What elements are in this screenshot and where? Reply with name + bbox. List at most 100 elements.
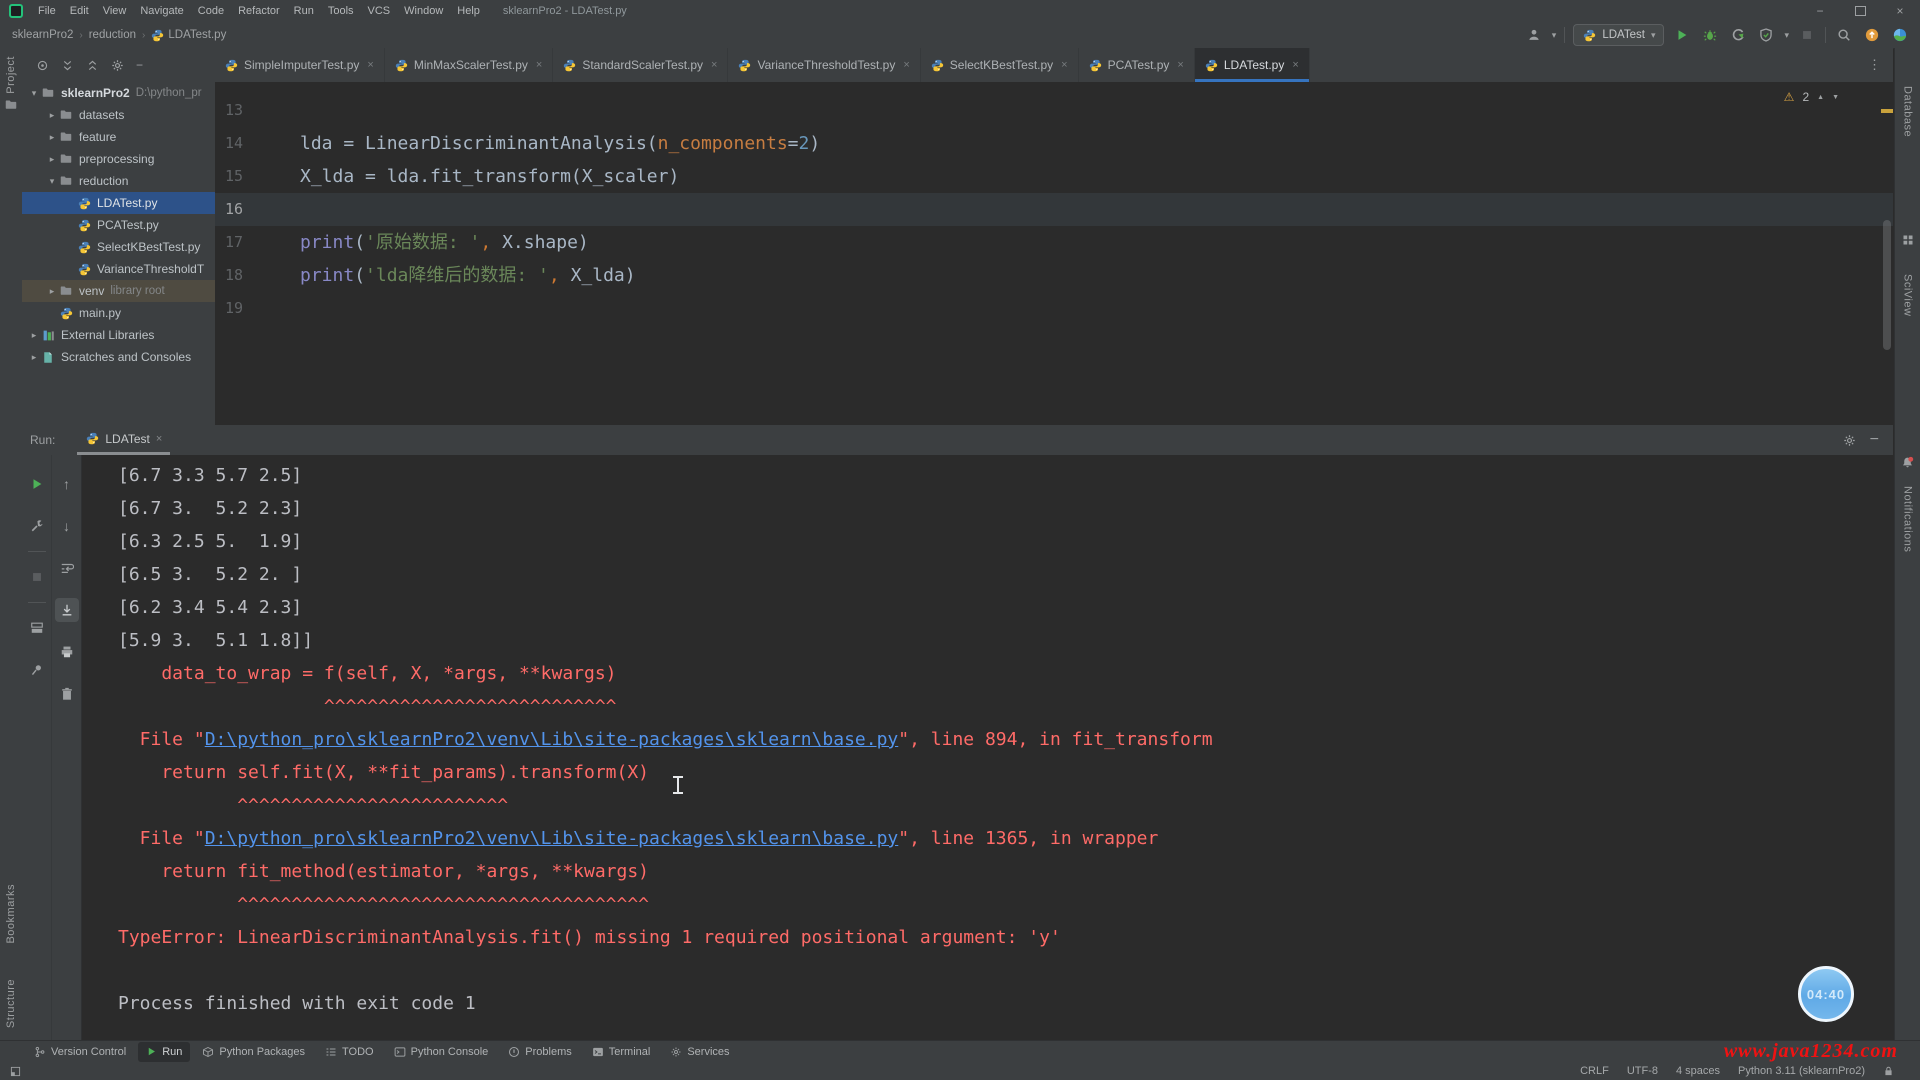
rerun-button[interactable] — [25, 463, 49, 505]
tab-variancethresholdtest-py[interactable]: VarianceThresholdTest.py× — [728, 48, 920, 82]
console-output[interactable]: [6.7 3.3 5.7 2.5][6.7 3. 5.2 2.3][6.3 2.… — [82, 455, 1893, 1040]
gear-icon[interactable] — [1843, 434, 1856, 447]
restore-layout-icon[interactable] — [25, 607, 49, 649]
close-icon[interactable]: × — [536, 59, 542, 71]
status-python-3-11-sklearnpro2-[interactable]: Python 3.11 (sklearnPro2) — [1738, 1065, 1865, 1077]
traceback-file-link[interactable]: D:\python_pro\sklearnPro2\venv\Lib\site-… — [205, 828, 899, 849]
tree-item-sklearnpro2[interactable]: ▾sklearnPro2D:\python_pr — [22, 82, 215, 104]
toolwindow-structure[interactable]: Structure — [0, 979, 22, 1028]
editor-line-16[interactable]: 16 — [215, 193, 1893, 226]
menu-help[interactable]: Help — [450, 0, 487, 22]
menu-file[interactable]: File — [31, 0, 63, 22]
menu-run[interactable]: Run — [287, 0, 321, 22]
menu-window[interactable]: Window — [397, 0, 450, 22]
up-stack-icon[interactable]: ↑ — [55, 463, 79, 505]
tab-ldatest-py[interactable]: LDATest.py× — [1195, 48, 1310, 82]
run-tab[interactable]: LDATest × — [77, 425, 170, 455]
status-4-spaces[interactable]: 4 spaces — [1676, 1065, 1720, 1077]
code-editor[interactable]: 1314lda = LinearDiscriminantAnalysis(n_c… — [215, 82, 1893, 425]
maximize-icon[interactable] — [1840, 0, 1880, 22]
prev-warning-icon[interactable]: ▲ — [1817, 94, 1824, 101]
run-config-select[interactable]: LDATest ▾ — [1573, 24, 1664, 46]
toolwindow-todo[interactable]: TODO — [317, 1042, 382, 1062]
warning-stripe-mark[interactable] — [1881, 109, 1893, 113]
tree-item-scratches-and-consoles[interactable]: ▸Scratches and Consoles — [22, 346, 215, 368]
chevron-collapsed-icon[interactable]: ▸ — [46, 286, 58, 297]
toolwindow-bookmarks[interactable]: Bookmarks — [0, 884, 22, 944]
toolwindow-notifications[interactable]: Notifications — [1895, 486, 1920, 552]
menu-tools[interactable]: Tools — [321, 0, 361, 22]
tab-standardscalertest-py[interactable]: StandardScalerTest.py× — [553, 48, 728, 82]
tree-item-main-py[interactable]: main.py — [22, 302, 215, 324]
locate-file-icon[interactable] — [36, 59, 49, 72]
collapse-all-icon[interactable] — [86, 59, 99, 72]
tree-item-selectkbesttest-py[interactable]: SelectKBestTest.py — [22, 236, 215, 258]
toolwindow-python-console[interactable]: Python Console — [386, 1042, 497, 1062]
user-caret-icon[interactable]: ▾ — [1552, 30, 1557, 41]
toolwindow-run[interactable]: Run — [138, 1042, 190, 1062]
toolwindow-services[interactable]: Services — [662, 1042, 737, 1062]
editor-line-15[interactable]: 15X_lda = lda.fit_transform(X_scaler) — [215, 160, 1893, 193]
chevron-collapsed-icon[interactable]: ▸ — [46, 110, 58, 121]
toolwindow-sciview[interactable]: SciView — [1895, 274, 1920, 316]
breadcrumb-item[interactable]: LDATest.py — [151, 29, 226, 42]
menu-code[interactable]: Code — [191, 0, 231, 22]
tree-item-feature[interactable]: ▸feature — [22, 126, 215, 148]
run-button[interactable] — [1672, 25, 1692, 45]
tab-pcatest-py[interactable]: PCATest.py× — [1079, 48, 1195, 82]
status-crlf[interactable]: CRLF — [1580, 1065, 1609, 1077]
gear-icon[interactable] — [111, 59, 124, 72]
tree-item-reduction[interactable]: ▾reduction — [22, 170, 215, 192]
traceback-file-link[interactable]: D:\python_pro\sklearnPro2\venv\Lib\site-… — [205, 729, 899, 750]
tree-item-variancethresholdt[interactable]: VarianceThresholdT — [22, 258, 215, 280]
menu-vcs[interactable]: VCS — [361, 0, 398, 22]
sphere-icon[interactable] — [1890, 25, 1910, 45]
editor-line-14[interactable]: 14lda = LinearDiscriminantAnalysis(n_com… — [215, 127, 1893, 160]
menu-view[interactable]: View — [96, 0, 134, 22]
toolwindow-version-control[interactable]: Version Control — [26, 1042, 134, 1062]
toolwindow-python-packages[interactable]: Python Packages — [194, 1042, 313, 1062]
down-stack-icon[interactable]: ↓ — [55, 505, 79, 547]
menu-edit[interactable]: Edit — [63, 0, 96, 22]
toolwindow-problems[interactable]: Problems — [500, 1042, 579, 1062]
toolwindow-project[interactable]: Project — [0, 56, 22, 111]
toolwindow-database[interactable]: Database — [1895, 86, 1920, 137]
tab-selectkbesttest-py[interactable]: SelectKBestTest.py× — [921, 48, 1079, 82]
search-everywhere-icon[interactable] — [1834, 25, 1854, 45]
minimize-icon[interactable]: − — [1800, 0, 1840, 22]
clear-console-icon[interactable] — [55, 673, 79, 715]
tree-item-preprocessing[interactable]: ▸preprocessing — [22, 148, 215, 170]
tree-item-external-libraries[interactable]: ▸External Libraries — [22, 324, 215, 346]
update-icon[interactable] — [1862, 25, 1882, 45]
inspections-widget[interactable]: ⚠ 2 ▲ ▼ — [1784, 90, 1839, 104]
more-icon[interactable]: ⋮ — [1856, 48, 1893, 82]
close-icon[interactable]: × — [1880, 0, 1920, 22]
profiler-button[interactable] — [1728, 25, 1748, 45]
coverage-caret-icon[interactable]: ▾ — [1784, 30, 1789, 41]
scroll-to-end-icon[interactable] — [55, 598, 79, 622]
tree-item-ldatest-py[interactable]: LDATest.py — [22, 192, 215, 214]
tool-windows-toggle-icon[interactable] — [10, 1066, 21, 1077]
chevron-collapsed-icon[interactable]: ▸ — [28, 352, 40, 363]
hide-panel-icon[interactable]: − — [1870, 431, 1879, 449]
print-icon[interactable] — [55, 631, 79, 673]
chevron-collapsed-icon[interactable]: ▸ — [28, 330, 40, 341]
coverage-button[interactable] — [1756, 25, 1776, 45]
status-utf-8[interactable]: UTF-8 — [1627, 1065, 1658, 1077]
chevron-expanded-icon[interactable]: ▾ — [46, 176, 58, 187]
close-icon[interactable]: × — [1061, 59, 1067, 71]
close-icon[interactable]: × — [711, 59, 717, 71]
close-icon[interactable]: × — [1292, 59, 1298, 71]
tree-item-datasets[interactable]: ▸datasets — [22, 104, 215, 126]
toolwindow-terminal[interactable]: Terminal — [584, 1042, 659, 1062]
chevron-expanded-icon[interactable]: ▾ — [28, 88, 40, 99]
tree-item-venv[interactable]: ▸venvlibrary root — [22, 280, 215, 302]
editor-line-18[interactable]: 18print('lda降维后的数据: ', X_lda) — [215, 259, 1893, 292]
pin-icon[interactable] — [25, 649, 49, 691]
close-icon[interactable]: × — [156, 433, 162, 445]
close-icon[interactable]: × — [367, 59, 373, 71]
menu-navigate[interactable]: Navigate — [133, 0, 190, 22]
editor-line-19[interactable]: 19 — [215, 292, 1893, 325]
close-icon[interactable]: × — [1177, 59, 1183, 71]
hide-panel-icon[interactable]: − — [136, 58, 143, 72]
